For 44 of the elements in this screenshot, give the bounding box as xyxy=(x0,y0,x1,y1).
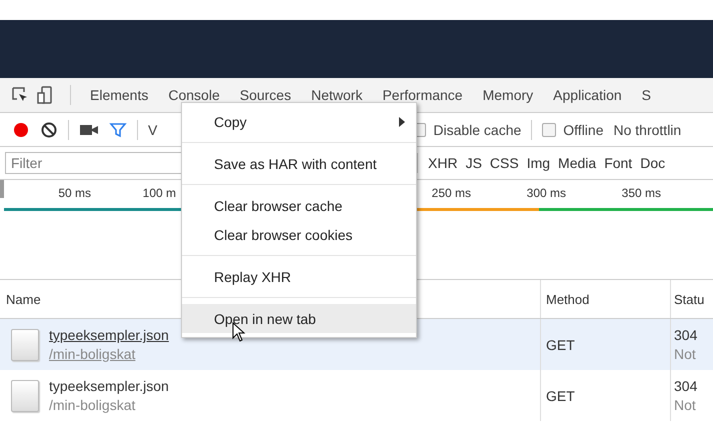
request-name[interactable]: typeeksempler.json xyxy=(49,378,169,394)
time-tick-label: 250 ms xyxy=(432,186,471,200)
checkbox-option[interactable]: Offline xyxy=(542,122,604,138)
menu-item[interactable]: Clear browser cookies xyxy=(182,220,416,249)
method-cell: GET xyxy=(546,336,575,352)
status-text: Not xyxy=(674,397,696,413)
column-header[interactable]: Method xyxy=(540,280,670,318)
status-code: 304 xyxy=(674,327,698,343)
throttling-select[interactable]: No throttlin xyxy=(614,122,682,138)
clear-icon[interactable] xyxy=(40,120,58,138)
request-name[interactable]: typeeksempler.json xyxy=(49,327,169,343)
panel-tab[interactable]: Memory xyxy=(474,78,542,112)
time-tick-label: 350 ms xyxy=(622,186,661,200)
type-filter-button[interactable]: CSS xyxy=(486,155,523,171)
column-header[interactable]: Statu xyxy=(670,280,713,318)
overview-handle[interactable] xyxy=(0,180,4,198)
status-text: Not xyxy=(674,346,696,362)
menu-item[interactable]: Clear browser cache xyxy=(182,191,416,220)
menu-item[interactable]: Open in new tab xyxy=(182,304,416,333)
view-label: V xyxy=(148,122,158,138)
file-icon xyxy=(11,380,39,412)
type-filter-button[interactable]: Media xyxy=(554,155,600,171)
type-filter-button[interactable]: Img xyxy=(522,155,554,171)
request-path: /min-boligskat xyxy=(49,346,136,362)
menu-item[interactable]: Save as HAR with content xyxy=(182,149,416,178)
panel-tab[interactable]: Application xyxy=(544,78,631,112)
type-filter-button[interactable]: XHR xyxy=(424,155,462,171)
type-filter-button[interactable]: JS xyxy=(462,155,486,171)
record-icon[interactable] xyxy=(12,120,30,138)
time-tick-label: 50 ms xyxy=(58,186,91,200)
method-cell: GET xyxy=(546,388,575,404)
time-tick-label: 300 ms xyxy=(526,186,566,200)
request-path: /min-boligskat xyxy=(49,397,136,413)
checkbox[interactable] xyxy=(542,122,556,136)
panel-tab[interactable]: Elements xyxy=(81,78,158,112)
type-filter-button[interactable]: Doc xyxy=(636,155,670,171)
status-code: 304 xyxy=(674,378,698,394)
type-filter-button[interactable]: Font xyxy=(600,155,636,171)
panel-tab[interactable]: S xyxy=(632,78,660,112)
filter-icon[interactable] xyxy=(109,120,127,138)
menu-item[interactable]: Replay XHR xyxy=(182,262,416,291)
time-tick-label: 100 m xyxy=(142,186,176,200)
request-row[interactable]: typeeksempler.json /min-boligskat GET 304 Not xyxy=(0,370,713,421)
file-icon xyxy=(11,328,39,360)
